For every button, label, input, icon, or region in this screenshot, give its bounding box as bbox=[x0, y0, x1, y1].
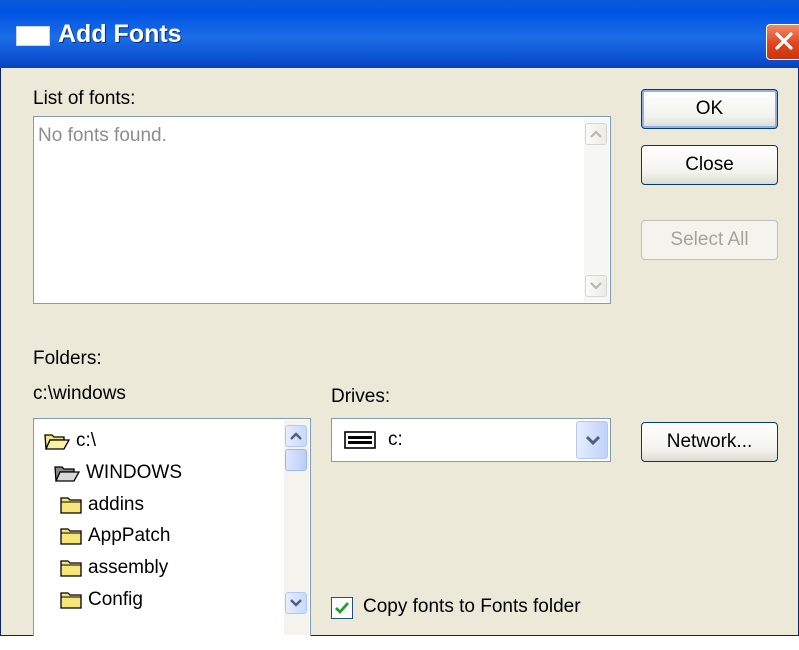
tree-item-windows[interactable]: WINDOWS bbox=[54, 457, 182, 489]
copy-fonts-label[interactable]: Copy fonts to Fonts folder bbox=[363, 596, 581, 618]
folders-tree[interactable]: c:\ WINDOWS addins AppPatch assembly Con… bbox=[33, 418, 311, 636]
chevron-down-icon bbox=[585, 435, 601, 446]
fonts-list-label: List of fonts: bbox=[33, 88, 136, 109]
drives-label: Drives: bbox=[331, 386, 391, 407]
network-button[interactable]: Network... bbox=[641, 422, 778, 462]
current-folder-path: c:\windows bbox=[33, 383, 126, 404]
close-button[interactable]: Close bbox=[641, 145, 778, 185]
chevron-up-icon bbox=[590, 130, 602, 138]
fonts-list-scrollbar[interactable] bbox=[584, 118, 609, 302]
folders-scroll-thumb[interactable] bbox=[285, 449, 307, 471]
background-strip bbox=[0, 636, 799, 650]
folder-icon bbox=[60, 560, 82, 577]
open-folder-icon bbox=[44, 434, 70, 450]
drives-selected-value: c: bbox=[388, 429, 403, 450]
tree-item-apppatch[interactable]: AppPatch bbox=[60, 520, 170, 552]
tree-item-label: WINDOWS bbox=[86, 462, 183, 483]
copy-fonts-checkbox[interactable] bbox=[331, 597, 353, 619]
tree-item-label: assembly bbox=[88, 557, 169, 578]
folders-tree-scrollbar[interactable] bbox=[284, 420, 309, 635]
title-bar[interactable]: Add Fonts bbox=[0, 0, 799, 68]
tree-item-assembly[interactable]: assembly bbox=[60, 552, 168, 584]
tree-item-addins[interactable]: addins bbox=[60, 489, 144, 521]
add-fonts-dialog: Add Fonts List of fonts: No fonts found.… bbox=[0, 0, 799, 636]
fonts-list-empty-text: No fonts found. bbox=[38, 125, 167, 146]
folders-label: Folders: bbox=[33, 348, 102, 369]
fonts-list[interactable]: No fonts found. bbox=[33, 116, 611, 304]
tree-item-config[interactable]: Config bbox=[60, 584, 143, 616]
close-icon bbox=[775, 32, 793, 50]
hard-drive-icon bbox=[344, 431, 376, 449]
folder-icon bbox=[60, 497, 82, 514]
tree-item-label: Config bbox=[88, 589, 143, 610]
tree-item-label: AppPatch bbox=[88, 525, 171, 546]
chevron-up-icon bbox=[290, 432, 302, 440]
folders-scroll-down-button[interactable] bbox=[285, 592, 307, 614]
close-window-button[interactable] bbox=[766, 24, 799, 60]
tree-item-c-root[interactable]: c:\ bbox=[44, 425, 96, 457]
checkmark-icon bbox=[335, 602, 350, 615]
chevron-down-icon bbox=[590, 282, 602, 290]
drives-dropdown-button[interactable] bbox=[576, 421, 608, 459]
folder-icon bbox=[60, 592, 82, 609]
open-folder-icon bbox=[54, 466, 80, 482]
chevron-down-icon bbox=[290, 599, 302, 607]
tree-item-label: c:\ bbox=[76, 430, 97, 451]
folder-icon bbox=[60, 528, 82, 545]
tree-item-label: addins bbox=[88, 494, 144, 515]
ok-button[interactable]: OK bbox=[641, 89, 778, 129]
folders-scroll-up-button[interactable] bbox=[285, 425, 307, 447]
window-icon bbox=[16, 26, 50, 46]
window-title: Add Fonts bbox=[58, 20, 182, 48]
drives-select[interactable]: c: bbox=[331, 418, 611, 462]
fonts-scroll-down-button[interactable] bbox=[585, 275, 607, 297]
select-all-button[interactable]: Select All bbox=[641, 220, 778, 260]
fonts-scroll-up-button[interactable] bbox=[585, 123, 607, 145]
